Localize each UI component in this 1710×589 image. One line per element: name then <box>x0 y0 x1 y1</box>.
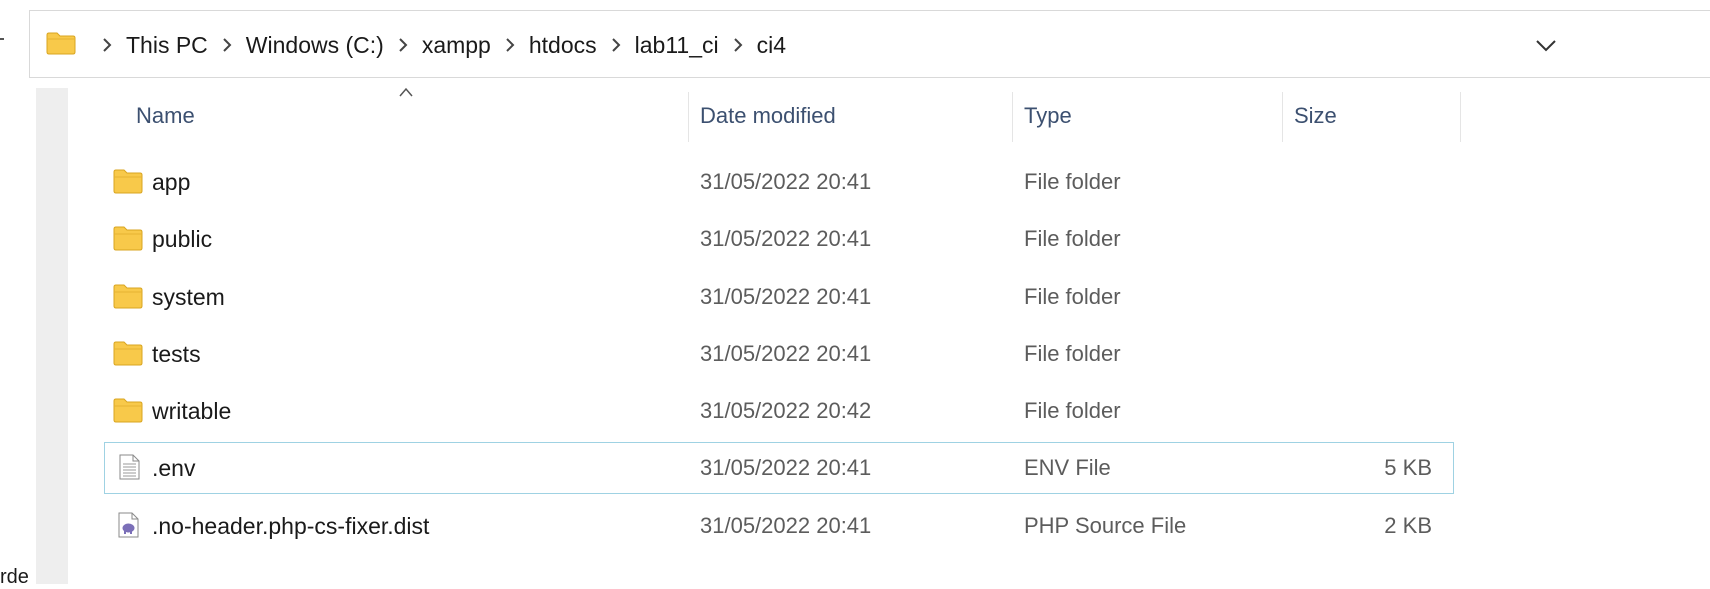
file-type: File folder <box>1024 226 1121 251</box>
file-size <box>1294 328 1432 380</box>
column-divider[interactable] <box>1282 92 1283 142</box>
list-item[interactable]: tests 31/05/2022 20:41 File folder <box>104 328 1454 380</box>
breadcrumb-this-pc[interactable]: This PC <box>126 32 208 59</box>
breadcrumb-htdocs[interactable]: htdocs <box>529 32 597 59</box>
file-date: 31/05/2022 20:41 <box>700 169 872 194</box>
column-divider[interactable] <box>1012 92 1013 142</box>
list-item[interactable]: app 31/05/2022 20:41 File folder <box>104 156 1454 208</box>
column-header-size[interactable]: Size <box>1294 88 1337 144</box>
file-name: system <box>152 284 225 310</box>
list-item[interactable]: writable 31/05/2022 20:42 File folder <box>104 385 1454 437</box>
nav-pane-item-label[interactable]: rde <box>0 566 29 589</box>
breadcrumb-windows-c[interactable]: Windows (C:) <box>246 32 384 59</box>
file-type: File folder <box>1024 284 1121 309</box>
folder-icon <box>113 284 143 309</box>
file-size <box>1294 271 1432 323</box>
file-name: writable <box>152 398 232 424</box>
column-header-name[interactable]: Name <box>136 88 195 144</box>
file-type: ENV File <box>1024 455 1111 480</box>
file-name: app <box>152 169 191 195</box>
breadcrumb-xampp[interactable]: xampp <box>422 32 491 59</box>
column-divider[interactable] <box>1460 92 1461 142</box>
file-type: File folder <box>1024 169 1121 194</box>
column-header-row: Name Date modified Type Size <box>68 87 1468 154</box>
chevron-right-icon[interactable] <box>491 37 529 53</box>
file-size <box>1294 156 1432 208</box>
file-date: 31/05/2022 20:41 <box>700 455 872 480</box>
column-divider[interactable] <box>688 92 689 142</box>
file-name: .env <box>152 455 196 481</box>
chevron-right-icon[interactable] <box>384 37 422 53</box>
list-item[interactable]: system 31/05/2022 20:41 File folder <box>104 271 1454 323</box>
file-date: 31/05/2022 20:41 <box>700 284 872 309</box>
chevron-down-icon[interactable] <box>1534 33 1558 57</box>
chevron-right-icon[interactable] <box>597 37 635 53</box>
php-file-icon <box>118 512 139 538</box>
navigation-pane[interactable] <box>36 88 68 584</box>
column-header-type[interactable]: Type <box>1024 88 1072 144</box>
list-item[interactable]: public 31/05/2022 20:41 File folder <box>104 213 1454 265</box>
chevron-right-icon[interactable] <box>208 37 246 53</box>
file-date: 31/05/2022 20:41 <box>700 226 872 251</box>
breadcrumb-ci4[interactable]: ci4 <box>757 32 786 59</box>
file-name: tests <box>152 341 201 367</box>
folder-icon <box>46 32 76 55</box>
file-size <box>1294 213 1432 265</box>
file-name: .no-header.php-cs-fixer.dist <box>152 513 430 539</box>
file-name: public <box>152 226 213 252</box>
file-size: 2 KB <box>1384 513 1432 538</box>
list-item[interactable]: .no-header.php-cs-fixer.dist 31/05/2022 … <box>104 500 1454 552</box>
folder-icon <box>113 398 143 423</box>
file-size: 5 KB <box>1384 455 1432 480</box>
chevron-right-icon[interactable] <box>719 37 757 53</box>
file-type: File folder <box>1024 398 1121 423</box>
address-bar[interactable]: This PC Windows (C:) xampp htdocs lab11_… <box>29 10 1710 78</box>
file-type: File folder <box>1024 341 1121 366</box>
file-type: PHP Source File <box>1024 513 1187 538</box>
column-header-date-modified[interactable]: Date modified <box>700 88 836 144</box>
sort-ascending-icon <box>399 87 413 97</box>
folder-icon <box>113 341 143 366</box>
breadcrumb-lab11-ci[interactable]: lab11_ci <box>635 32 719 59</box>
list-item-selected[interactable]: .env 31/05/2022 20:41 ENV File 5 KB <box>104 442 1454 494</box>
file-date: 31/05/2022 20:41 <box>700 341 872 366</box>
folder-icon <box>113 169 143 194</box>
text-file-icon <box>119 454 140 480</box>
folder-icon <box>113 226 143 251</box>
file-date: 31/05/2022 20:41 <box>700 513 872 538</box>
left-edge-mark <box>0 38 4 40</box>
file-size <box>1294 385 1432 437</box>
breadcrumb: This PC Windows (C:) xampp htdocs lab11_… <box>88 11 786 79</box>
chevron-right-icon[interactable] <box>88 37 126 53</box>
file-date: 31/05/2022 20:42 <box>700 398 872 423</box>
